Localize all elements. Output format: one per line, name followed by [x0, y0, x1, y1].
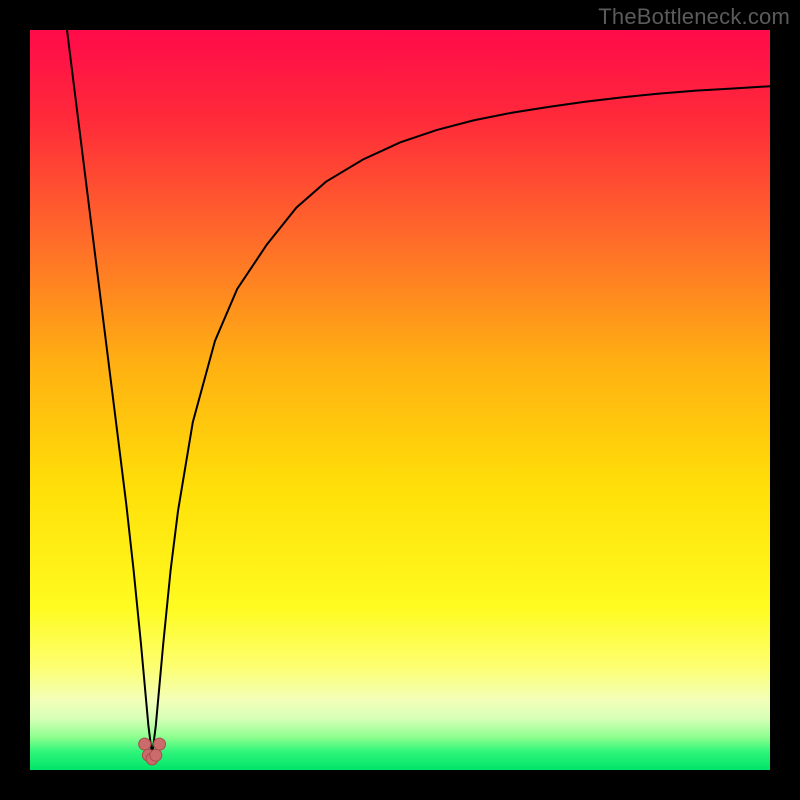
- chart-background: [30, 30, 770, 770]
- minimum-marker: [150, 749, 162, 761]
- minimum-marker: [154, 738, 166, 750]
- outer-frame: TheBottleneck.com: [0, 0, 800, 800]
- watermark-label: TheBottleneck.com: [598, 4, 790, 30]
- bottleneck-chart: [30, 30, 770, 770]
- minimum-marker: [139, 738, 151, 750]
